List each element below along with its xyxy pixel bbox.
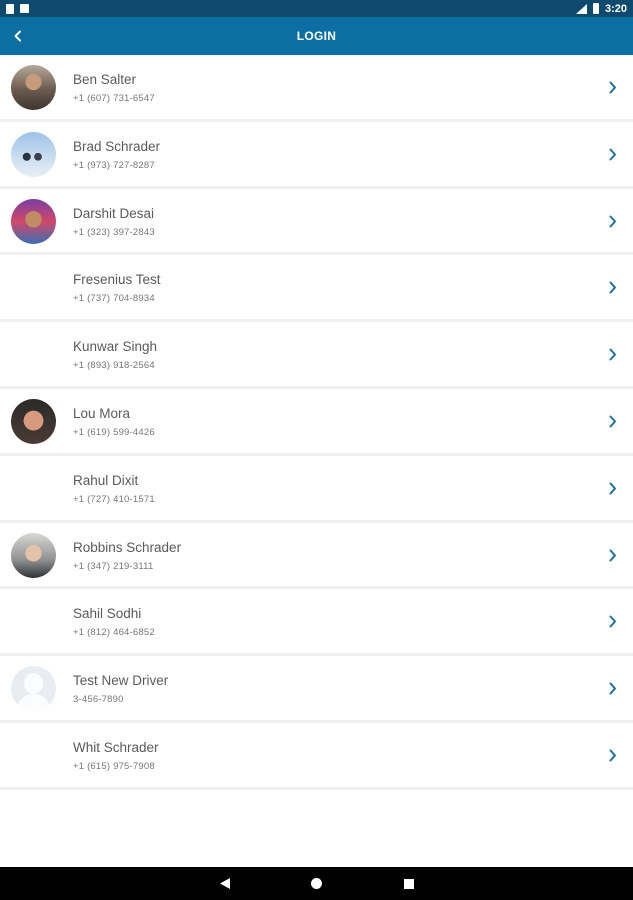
recents-square-icon bbox=[403, 878, 414, 889]
avatar bbox=[11, 398, 56, 444]
system-nav-bar bbox=[0, 867, 633, 900]
contact-text: Whit Schrader +1 (615) 975-7908 bbox=[73, 739, 159, 772]
contact-name: Brad Schrader bbox=[73, 138, 161, 154]
avatar bbox=[11, 131, 56, 177]
contact-row[interactable]: Fresenius Test +1 (737) 704-8934 bbox=[0, 255, 633, 323]
chevron-right-icon bbox=[609, 81, 616, 94]
chevron-right-icon bbox=[609, 482, 616, 495]
contact-name: Fresenius Test bbox=[73, 272, 161, 288]
chevron-left-icon bbox=[14, 30, 21, 42]
contact-phone: +1 (323) 397-2843 bbox=[73, 226, 155, 238]
contact-phone: +1 (737) 704-8934 bbox=[73, 293, 155, 305]
contact-phone: +1 (812) 464-6852 bbox=[73, 627, 155, 639]
contact-text: Ben Salter +1 (607) 731-6547 bbox=[73, 71, 155, 104]
chevron-right-icon bbox=[609, 415, 616, 428]
contact-name: Kunwar Singh bbox=[73, 339, 158, 355]
chevron-right-icon bbox=[609, 281, 616, 294]
contact-text: Fresenius Test +1 (737) 704-8934 bbox=[73, 271, 161, 304]
nav-home-button[interactable] bbox=[310, 877, 324, 891]
contact-phone: +1 (893) 918-2564 bbox=[73, 360, 155, 372]
contact-text: Test New Driver 3-456-7890 bbox=[73, 672, 168, 705]
contact-name: Darshit Desai bbox=[73, 205, 155, 221]
contact-phone: +1 (615) 975-7908 bbox=[73, 760, 155, 772]
contact-row[interactable]: Ben Salter +1 (607) 731-6547 bbox=[0, 55, 633, 122]
nav-back-button[interactable] bbox=[218, 877, 232, 891]
page-title: LOGIN bbox=[296, 29, 337, 43]
contact-row[interactable]: Whit Schrader +1 (615) 975-7908 bbox=[0, 722, 633, 790]
contact-phone: +1 (727) 410-1571 bbox=[73, 493, 155, 505]
back-triangle-icon bbox=[219, 878, 230, 889]
contact-row[interactable]: Rahul Dixit +1 (727) 410-1571 bbox=[0, 455, 633, 523]
chevron-right-icon bbox=[609, 348, 616, 361]
contact-row[interactable]: Test New Driver 3-456-7890 bbox=[0, 656, 633, 723]
contact-text: Rahul Dixit +1 (727) 410-1571 bbox=[73, 472, 155, 505]
app-bar: LOGIN bbox=[0, 17, 633, 55]
status-bar: 3:20 bbox=[0, 0, 633, 17]
contact-row[interactable]: Brad Schrader +1 (973) 727-8287 bbox=[0, 121, 633, 189]
battery-icon bbox=[592, 3, 599, 14]
sd-card-icon bbox=[6, 3, 14, 14]
avatar bbox=[11, 532, 56, 578]
contact-text: Robbins Schrader +1 (347) 219-3111 bbox=[73, 539, 181, 572]
avatar bbox=[11, 65, 56, 110]
contact-list: Ben Salter +1 (607) 731-6547 Brad Schrader… bbox=[0, 55, 633, 790]
contact-name: Sahil Sodhi bbox=[73, 606, 142, 622]
nav-recents-button[interactable] bbox=[402, 877, 416, 891]
contact-row[interactable]: Robbins Schrader +1 (347) 219-3111 bbox=[0, 522, 633, 590]
chevron-right-icon bbox=[609, 749, 616, 762]
contact-phone: +1 (347) 219-3111 bbox=[73, 560, 154, 572]
contact-name: Whit Schrader bbox=[73, 739, 159, 755]
contact-row[interactable]: Darshit Desai +1 (323) 397-2843 bbox=[0, 188, 633, 256]
contact-phone: 3-456-7890 bbox=[73, 694, 124, 706]
contact-row[interactable]: Kunwar Singh +1 (893) 918-2564 bbox=[0, 322, 633, 389]
contact-text: Darshit Desai +1 (323) 397-2843 bbox=[73, 205, 155, 238]
chevron-right-icon bbox=[609, 148, 616, 161]
home-circle-icon bbox=[311, 878, 322, 889]
chevron-right-icon bbox=[609, 615, 616, 628]
contact-name: Robbins Schrader bbox=[73, 539, 182, 555]
contact-text: Sahil Sodhi +1 (812) 464-6852 bbox=[73, 605, 155, 638]
notification-icon bbox=[20, 4, 29, 13]
chevron-right-icon bbox=[609, 549, 616, 562]
chevron-right-icon bbox=[609, 682, 616, 695]
contact-name: Lou Mora bbox=[73, 405, 131, 421]
contact-phone: +1 (973) 727-8287 bbox=[73, 159, 155, 171]
status-time: 3:20 bbox=[604, 2, 627, 15]
back-button[interactable] bbox=[4, 17, 32, 55]
contact-phone: +1 (607) 731-6547 bbox=[73, 93, 155, 104]
contact-name: Rahul Dixit bbox=[73, 472, 139, 488]
contact-name: Test New Driver bbox=[73, 673, 169, 689]
contact-text: Kunwar Singh +1 (893) 918-2564 bbox=[73, 338, 157, 371]
contact-row[interactable]: Sahil Sodhi +1 (812) 464-6852 bbox=[0, 589, 633, 657]
chevron-right-icon bbox=[609, 215, 616, 228]
contact-phone: +1 (619) 599-4426 bbox=[73, 426, 155, 438]
signal-icon bbox=[575, 3, 587, 14]
avatar bbox=[11, 198, 56, 244]
contact-text: Brad Schrader +1 (973) 727-8287 bbox=[73, 138, 160, 171]
contact-text: Lou Mora +1 (619) 599-4426 bbox=[73, 405, 155, 438]
contact-row[interactable]: Lou Mora +1 (619) 599-4426 bbox=[0, 388, 633, 456]
contact-name: Ben Salter bbox=[73, 72, 137, 87]
default-avatar-icon bbox=[11, 666, 56, 712]
